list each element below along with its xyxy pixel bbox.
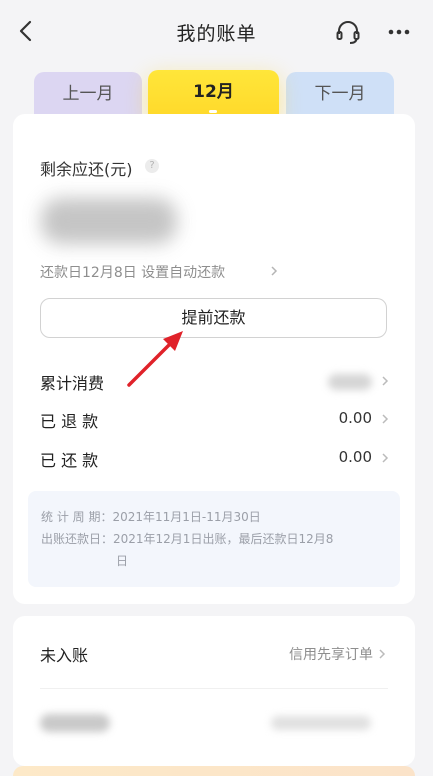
statement-info-box: 统 计 周 期：2021年11月1日-11月30日 出账还款日：2021年12月… xyxy=(28,491,400,587)
page-title: 我的账单 xyxy=(176,23,257,45)
tab-previous-month[interactable]: 上一月 xyxy=(34,72,142,116)
top-bar: 我的账单 xyxy=(0,0,433,64)
row-label: 累计消费 xyxy=(40,374,105,393)
row-label: 已 退 款 xyxy=(40,412,99,431)
more-icon[interactable] xyxy=(386,22,412,42)
bill-card: 剩余应还(元) ? 还款日12月8日 设置自动还款 提前还款 累计消费 已 退 … xyxy=(13,114,415,604)
due-date-text[interactable]: 还款日12月8日 设置自动还款 xyxy=(40,262,225,282)
balance-amount-blurred xyxy=(41,198,177,244)
credit-order-link[interactable]: 信用先享订单 xyxy=(289,644,373,664)
chevron-right-icon xyxy=(382,453,389,463)
unposted-label: 未入账 xyxy=(40,646,89,665)
tab-current-month-label: 12月 xyxy=(193,82,234,102)
row-value: 0.00 xyxy=(338,448,372,466)
row-value: 0.00 xyxy=(338,409,372,427)
row-refunded[interactable]: 已 退 款 0.00 xyxy=(40,408,390,432)
prepay-button[interactable]: 提前还款 xyxy=(40,298,387,338)
tab-indicator xyxy=(209,110,217,113)
info-icon[interactable]: ? xyxy=(145,159,159,173)
divider xyxy=(40,688,388,689)
bottom-banner-edge xyxy=(13,766,415,776)
tab-current-month[interactable]: 12月 xyxy=(148,70,279,118)
tab-next-month[interactable]: 下一月 xyxy=(286,72,394,116)
balance-label: 剩余应还(元) xyxy=(40,160,133,179)
statement-period: 统 计 周 期：2021年11月1日-11月30日 xyxy=(41,510,261,524)
unposted-item-blurred xyxy=(40,714,110,732)
chevron-right-icon xyxy=(379,649,386,659)
unposted-card: 未入账 信用先享订单 xyxy=(13,616,415,766)
row-label: 已 还 款 xyxy=(40,451,99,470)
statement-dates: 出账还款日：2021年12月1日出账，最后还款日12月8 xyxy=(41,532,334,546)
headset-icon[interactable] xyxy=(334,18,362,46)
row-total-spending[interactable]: 累计消费 xyxy=(40,370,390,394)
row-repaid[interactable]: 已 还 款 0.00 xyxy=(40,447,390,471)
row-value-blurred xyxy=(328,374,372,390)
chevron-right-icon xyxy=(382,414,389,424)
unposted-value-blurred xyxy=(271,716,371,730)
chevron-right-icon xyxy=(271,266,278,276)
statement-dates-wrap: 日 xyxy=(116,554,129,568)
chevron-right-icon xyxy=(382,376,389,386)
